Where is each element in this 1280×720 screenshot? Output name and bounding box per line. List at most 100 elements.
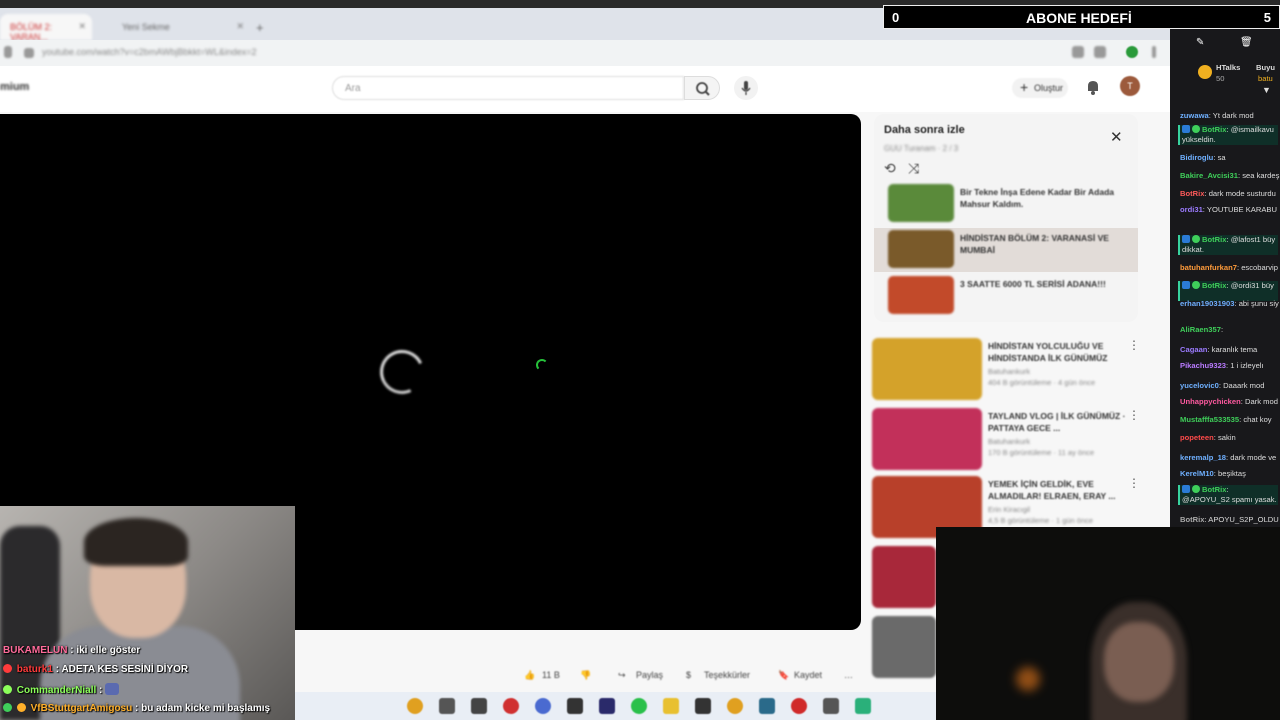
save-icon[interactable]: 🔖 (778, 670, 789, 681)
app-icon[interactable] (471, 698, 487, 714)
chat-username[interactable]: BotRix (1202, 485, 1226, 494)
thanks-button[interactable]: Teşekkürler (704, 670, 750, 680)
chat-username[interactable]: BotRix (1180, 189, 1204, 198)
playlist-item-current[interactable]: HİNDİSTAN BÖLÜM 2: VARANASİ VE MUMBAİ (874, 228, 1138, 272)
shuffle-icon[interactable]: ⤨ (908, 160, 919, 177)
app-icon[interactable] (855, 698, 871, 714)
app-icon[interactable] (695, 698, 711, 714)
person-face-shape (1104, 622, 1174, 702)
subscriber-goal: 0 ABONE HEDEFİ 5 (883, 5, 1280, 29)
pinned-count: 50 (1216, 74, 1225, 83)
chat-username[interactable]: BotRix (1202, 125, 1226, 134)
share-icon[interactable]: ↪ (618, 670, 626, 681)
profile-icon[interactable] (1126, 46, 1138, 58)
app-icon[interactable] (759, 698, 775, 714)
notifications-icon[interactable] (1085, 78, 1101, 96)
chat-username[interactable]: Cagaan (1180, 345, 1207, 354)
stream-frame: BÖLÜM 2: VARAN... ✕ Yeni Sekme ✕ + youtu… (0, 0, 1280, 720)
menu-icon[interactable] (1152, 46, 1156, 58)
more-options-icon[interactable]: … (844, 670, 853, 680)
trash-icon[interactable]: 🗑 (1240, 37, 1253, 48)
chat-username[interactable]: keremalp_18 (1180, 453, 1226, 462)
close-icon[interactable]: ✕ (78, 21, 86, 32)
voice-search-button[interactable] (734, 76, 758, 100)
install-icon[interactable] (1072, 46, 1084, 58)
pinned-text-2: batu (1258, 74, 1273, 83)
app-icon[interactable] (503, 698, 519, 714)
chat-username[interactable]: BotRix (1180, 515, 1204, 524)
spotify-icon[interactable] (631, 698, 647, 714)
chat-username[interactable]: Bakire_Avcisi31 (1180, 171, 1238, 180)
chat-text: 1 i izleyelı (1230, 361, 1264, 370)
video-title: Bir Tekne İnşa Edene Kadar Bir Adada Mah… (960, 187, 1114, 209)
app-icon[interactable] (823, 698, 839, 714)
app-icon[interactable] (791, 698, 807, 714)
new-tab-icon[interactable]: + (256, 20, 264, 35)
dislike-icon[interactable]: 👎 (580, 670, 591, 681)
site-info-icon[interactable] (24, 48, 34, 58)
close-icon[interactable]: ✕ (1110, 128, 1123, 146)
chat-message: zuwawa: Yt dark mod (1180, 111, 1280, 121)
chat-username[interactable]: BotRix (1202, 281, 1226, 290)
chat-text: Daaark mod (1223, 381, 1265, 390)
close-icon[interactable]: ✕ (236, 21, 244, 32)
chat-message: Bidiroglu: sa (1180, 153, 1280, 163)
search-button[interactable] (684, 76, 720, 100)
back-icon[interactable] (4, 46, 12, 58)
app-icon[interactable] (567, 698, 583, 714)
overlay-chat-line: CommanderNiall : (3, 683, 120, 696)
microphone-icon (741, 81, 751, 95)
youtube-header: mium Ara + Oluştur T (0, 66, 1170, 112)
chat-username[interactable]: popeteen (1180, 433, 1214, 442)
search-input[interactable]: Ara (332, 76, 684, 100)
chrome-icon[interactable] (727, 698, 743, 714)
chat-username[interactable]: Pikachu9323 (1180, 361, 1226, 370)
browser-tab-active[interactable]: BÖLÜM 2: VARAN... ✕ (0, 14, 92, 42)
app-icon[interactable] (439, 698, 455, 714)
browser-tab[interactable]: Yeni Sekme ✕ (100, 14, 250, 40)
create-button[interactable]: + Oluştur (1012, 78, 1068, 98)
share-button[interactable]: Paylaş (636, 670, 663, 680)
chat-username[interactable]: AliRaen357 (1180, 325, 1221, 334)
loop-icon[interactable]: ⟲ (884, 160, 896, 177)
like-icon[interactable]: 👍 (524, 670, 535, 681)
youtube-logo[interactable]: mium (0, 81, 29, 93)
chat-username[interactable]: BotRix (1202, 235, 1226, 244)
chat-username[interactable]: Bidiroglu (1180, 153, 1213, 162)
playlist-item[interactable]: 3 SAATTE 6000 TL SERİSİ ADANA!!! (874, 274, 1138, 318)
bookmark-star-icon[interactable] (1094, 46, 1106, 58)
recommended-video[interactable]: HİNDİSTAN YOLCULUĞU VE HİNDİSTANDA İLK G… (872, 338, 1142, 402)
video-thumbnail (872, 546, 936, 608)
chat-username: VfBStuttgartAmigosu (30, 703, 133, 714)
more-options-icon[interactable]: ⋮ (1128, 408, 1140, 422)
chat-username[interactable]: Mustafffa533535 (1180, 415, 1239, 424)
app-icon[interactable] (535, 698, 551, 714)
folder-icon[interactable] (663, 698, 679, 714)
chat-separator: : (1226, 485, 1229, 494)
chat-username[interactable]: zuwawa (1180, 111, 1209, 120)
chat-username[interactable]: yucelovic0 (1180, 381, 1219, 390)
badge-icon (16, 703, 26, 712)
badge-icon (3, 664, 12, 673)
chat-username[interactable]: KerelM10 (1180, 469, 1214, 478)
address-bar[interactable]: youtube.com/watch?v=c2bmAWbjBbkkt=WL&ind… (0, 40, 1170, 66)
save-button[interactable]: Kaydet (794, 670, 822, 680)
app-icon[interactable] (599, 698, 615, 714)
recommended-video[interactable]: TAYLAND VLOG | İLK GÜNÜMÜZ · PATTAYA GEC… (872, 408, 1142, 472)
thanks-icon[interactable]: $ (686, 670, 691, 680)
more-options-icon[interactable]: ⋮ (1128, 338, 1140, 352)
coin-icon (1198, 65, 1212, 79)
chat-username[interactable]: batuhanfurkan7 (1180, 263, 1237, 272)
avatar[interactable]: T (1120, 76, 1140, 96)
chat-username[interactable]: ordi31 (1180, 205, 1203, 214)
chat-username[interactable]: erhan19031903 (1180, 299, 1234, 308)
pin-icon[interactable]: ✎ (1196, 37, 1204, 48)
chrome-icon[interactable] (407, 698, 423, 714)
create-label: Oluştur (1034, 83, 1064, 93)
video-meta: Batuhankurk 170 B görüntüleme · 11 ay önc… (988, 437, 1095, 457)
chevron-down-icon[interactable]: ▼ (1262, 85, 1271, 95)
playlist-item[interactable]: Bir Tekne İnşa Edene Kadar Bir Adada Mah… (874, 182, 1138, 226)
chat-message: Mustafffa533535: chat koy (1180, 415, 1280, 425)
more-options-icon[interactable]: ⋮ (1128, 476, 1140, 490)
chat-username[interactable]: Unhappychicken (1180, 397, 1241, 406)
